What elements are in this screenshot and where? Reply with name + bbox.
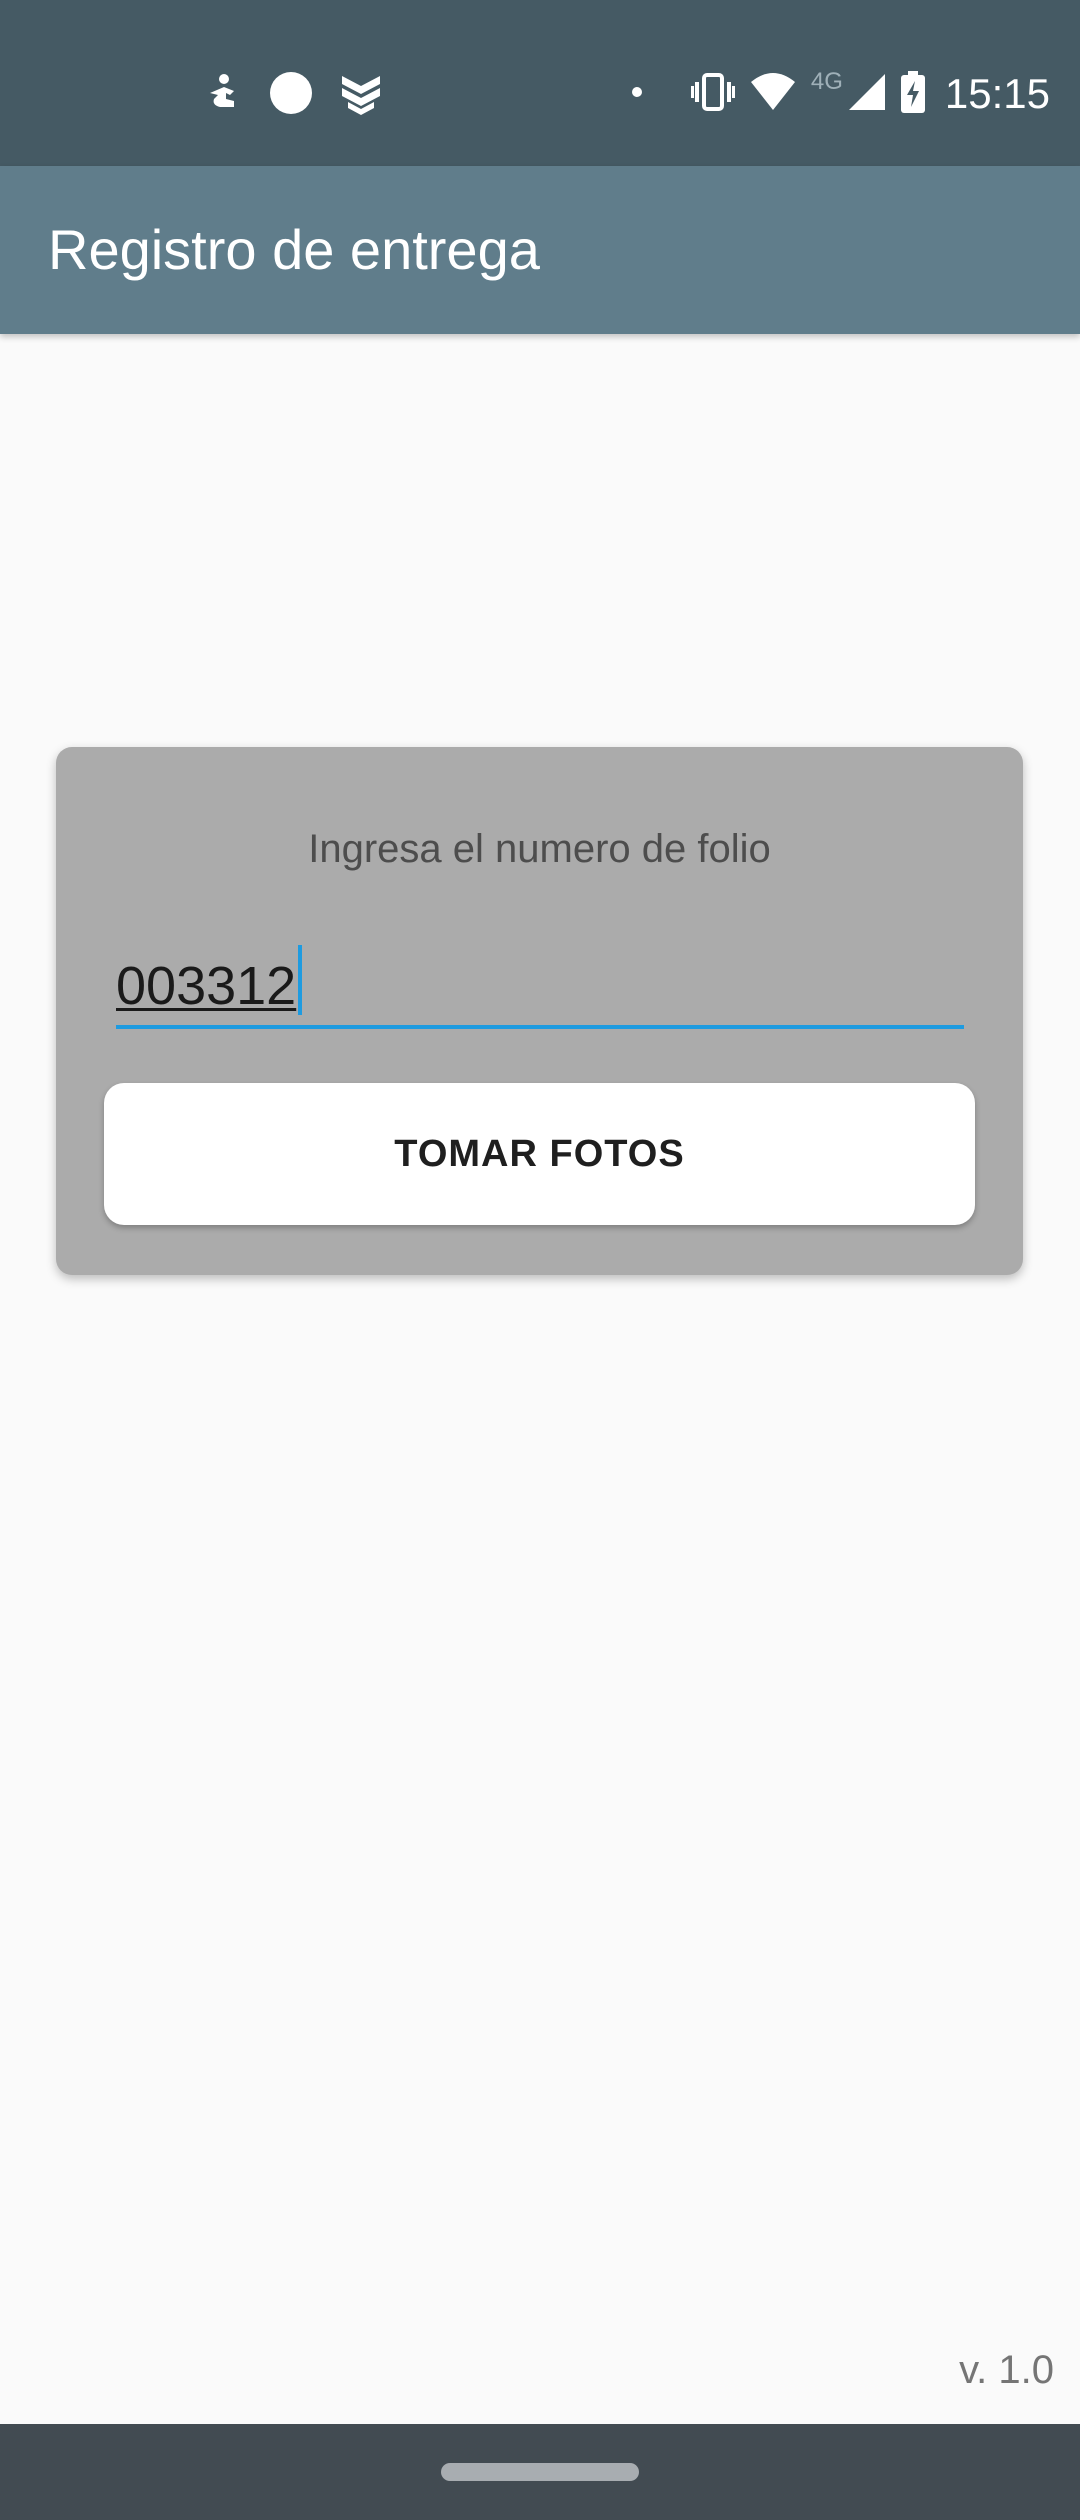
status-bar: 4G 15:15	[0, 0, 1080, 166]
page-title: Registro de entrega	[48, 218, 540, 281]
app-bar: Registro de entrega	[0, 166, 1080, 334]
network-type-label: 4G	[810, 68, 843, 95]
cell-signal-icon	[847, 72, 887, 117]
wifi-icon	[749, 72, 797, 117]
vibrate-icon	[690, 72, 735, 117]
home-handle[interactable]	[441, 2463, 639, 2481]
rank-chevrons-icon	[338, 70, 384, 121]
folio-card: Ingresa el numero de folio 003312 TOMAR …	[56, 747, 1023, 1275]
accessibility-icon	[200, 71, 244, 120]
take-photos-button[interactable]: TOMAR FOTOS	[104, 1083, 975, 1225]
status-right-icons: 4G 15:15	[631, 60, 1050, 128]
battery-charging-icon	[900, 70, 925, 118]
version-label: v. 1.0	[959, 2348, 1054, 2392]
text-caret	[298, 945, 302, 1015]
folio-label: Ingresa el numero de folio	[308, 827, 771, 871]
status-time: 15:15	[944, 70, 1050, 117]
status-left-icons	[200, 66, 384, 124]
folio-input[interactable]: 003312	[116, 945, 964, 1029]
folio-input-value: 003312	[116, 956, 297, 1016]
navigation-bar	[0, 2424, 1080, 2520]
notification-dot-icon	[631, 85, 643, 103]
record-dot-icon	[268, 70, 314, 121]
